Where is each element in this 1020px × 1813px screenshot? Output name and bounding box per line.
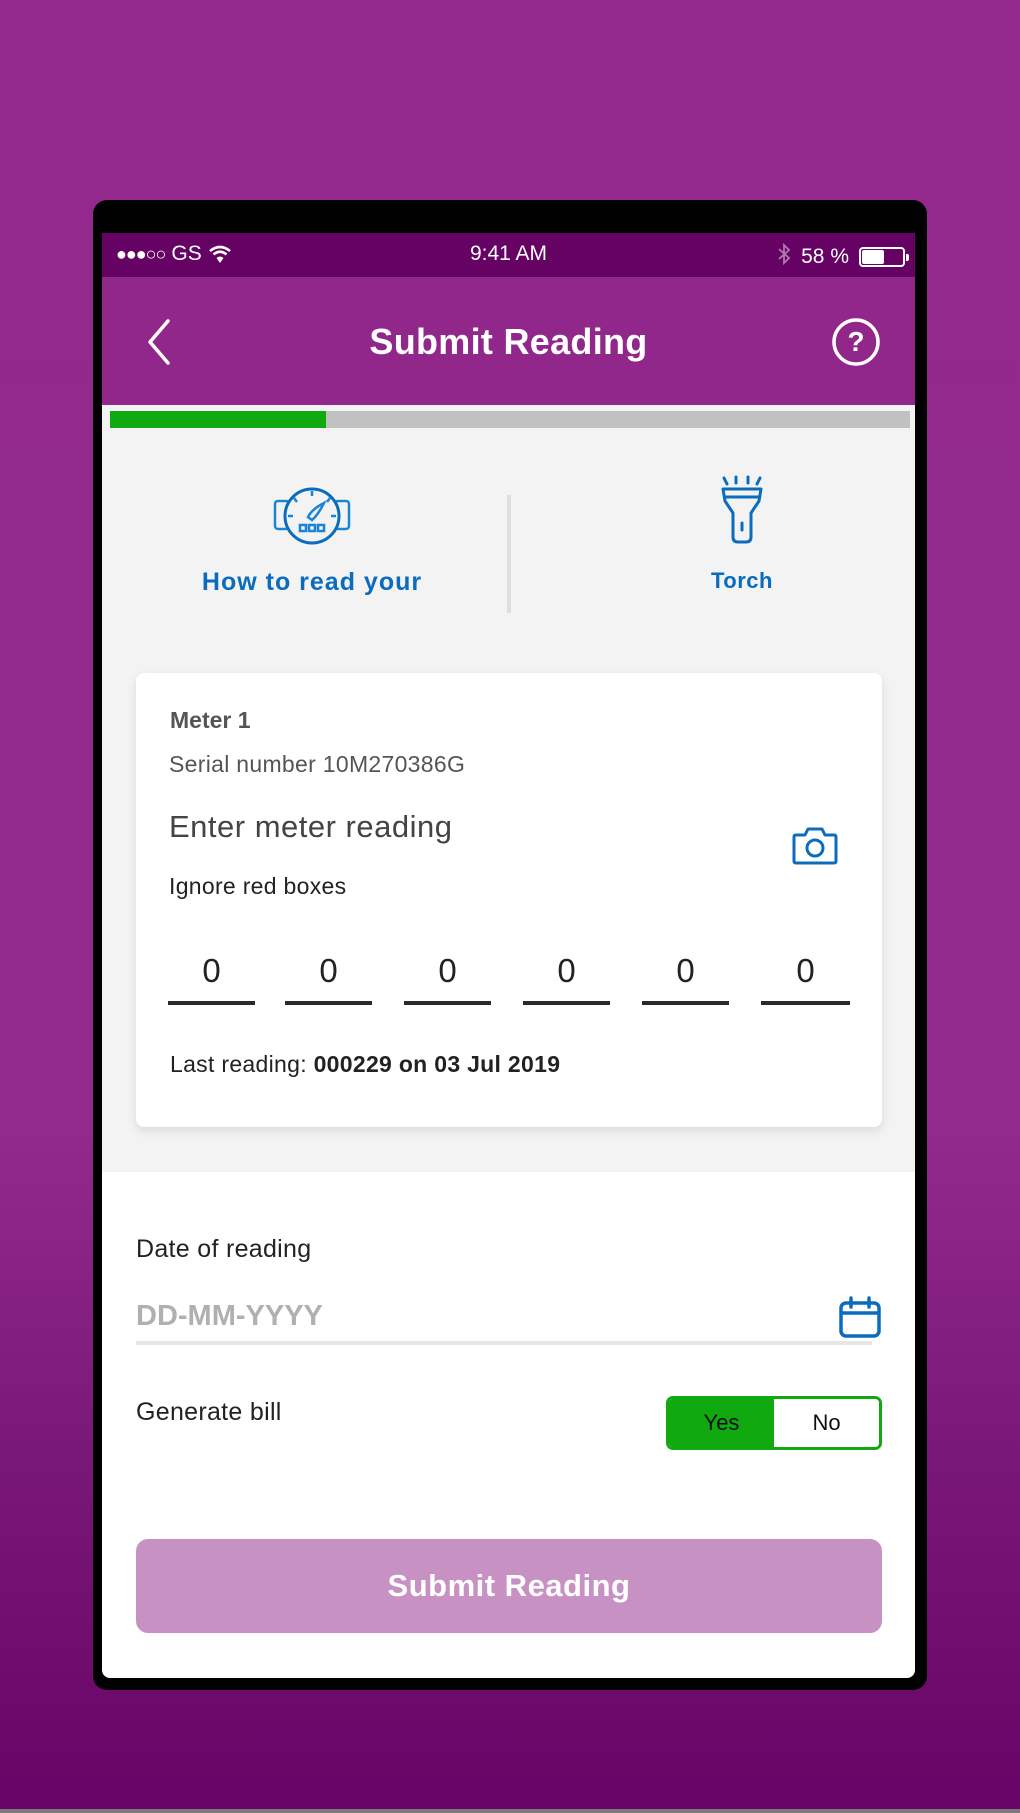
- battery-icon: [859, 247, 909, 267]
- meter-gauge-icon: [273, 487, 351, 545]
- how-to-read-meter-button[interactable]: How to read your: [162, 485, 462, 597]
- app-header: Submit Reading ?: [102, 277, 915, 405]
- app-screen: ●●●○○ GS 9:41 AM 58 % Submit Reading ? H…: [102, 233, 915, 1678]
- bluetooth-icon: [777, 242, 791, 272]
- meter-reading-digits: [168, 941, 854, 1011]
- digit-input-3[interactable]: [404, 941, 491, 1005]
- generate-bill-yes[interactable]: Yes: [669, 1399, 774, 1447]
- battery-level: [862, 250, 885, 264]
- enter-reading-label: Enter meter reading: [169, 809, 453, 844]
- ignore-red-boxes-hint: Ignore red boxes: [169, 873, 347, 899]
- date-of-reading-label: Date of reading: [136, 1235, 312, 1263]
- meter-serial-number: Serial number 10M270386G: [169, 751, 466, 777]
- back-button[interactable]: [140, 317, 180, 367]
- calendar-button[interactable]: [838, 1295, 882, 1339]
- generate-bill-toggle: Yes No: [666, 1396, 882, 1450]
- torch-button[interactable]: Torch: [632, 475, 852, 594]
- status-bar: ●●●○○ GS 9:41 AM 58 %: [102, 233, 915, 277]
- digit-input-6[interactable]: [761, 941, 850, 1005]
- camera-icon: [792, 827, 838, 865]
- camera-button[interactable]: [792, 825, 838, 865]
- progress-fill: [110, 411, 326, 428]
- chevron-left-icon: [148, 319, 170, 365]
- how-to-read-label: How to read your: [201, 568, 423, 596]
- page-title: Submit Reading: [369, 321, 648, 362]
- battery-percentage: 58 %: [801, 245, 849, 268]
- last-reading-label: Last reading:: [170, 1051, 307, 1077]
- submit-reading-button[interactable]: Submit Reading: [136, 1539, 882, 1633]
- generate-bill-label: Generate bill: [136, 1398, 282, 1426]
- generate-bill-no[interactable]: No: [774, 1399, 879, 1447]
- digit-input-2[interactable]: [285, 941, 372, 1005]
- phone-frame: ●●●○○ GS 9:41 AM 58 % Submit Reading ? H…: [93, 200, 927, 1690]
- digit-input-4[interactable]: [523, 941, 610, 1005]
- question-circle-icon: ?: [832, 318, 880, 366]
- shortcut-divider: [507, 495, 511, 613]
- help-button[interactable]: ?: [831, 317, 881, 367]
- torch-icon: [721, 475, 763, 544]
- bottom-strip: [0, 1809, 1020, 1813]
- torch-label: Torch: [711, 568, 773, 593]
- progress-bar: [110, 411, 910, 428]
- calendar-icon: [839, 1296, 881, 1338]
- digit-input-1[interactable]: [168, 941, 255, 1005]
- top-section: How to read your Torch Meter 1 Serial nu…: [102, 405, 915, 1172]
- date-of-reading-input[interactable]: [136, 1291, 872, 1345]
- svg-text:?: ?: [847, 326, 864, 357]
- meter-title: Meter 1: [170, 707, 251, 733]
- digit-input-5[interactable]: [642, 941, 729, 1005]
- last-reading-value: 000229 on 03 Jul 2019: [313, 1051, 561, 1077]
- last-reading: Last reading: 000229 on 03 Jul 2019: [170, 1051, 560, 1078]
- meter-card: Meter 1 Serial number 10M270386G Enter m…: [136, 673, 882, 1127]
